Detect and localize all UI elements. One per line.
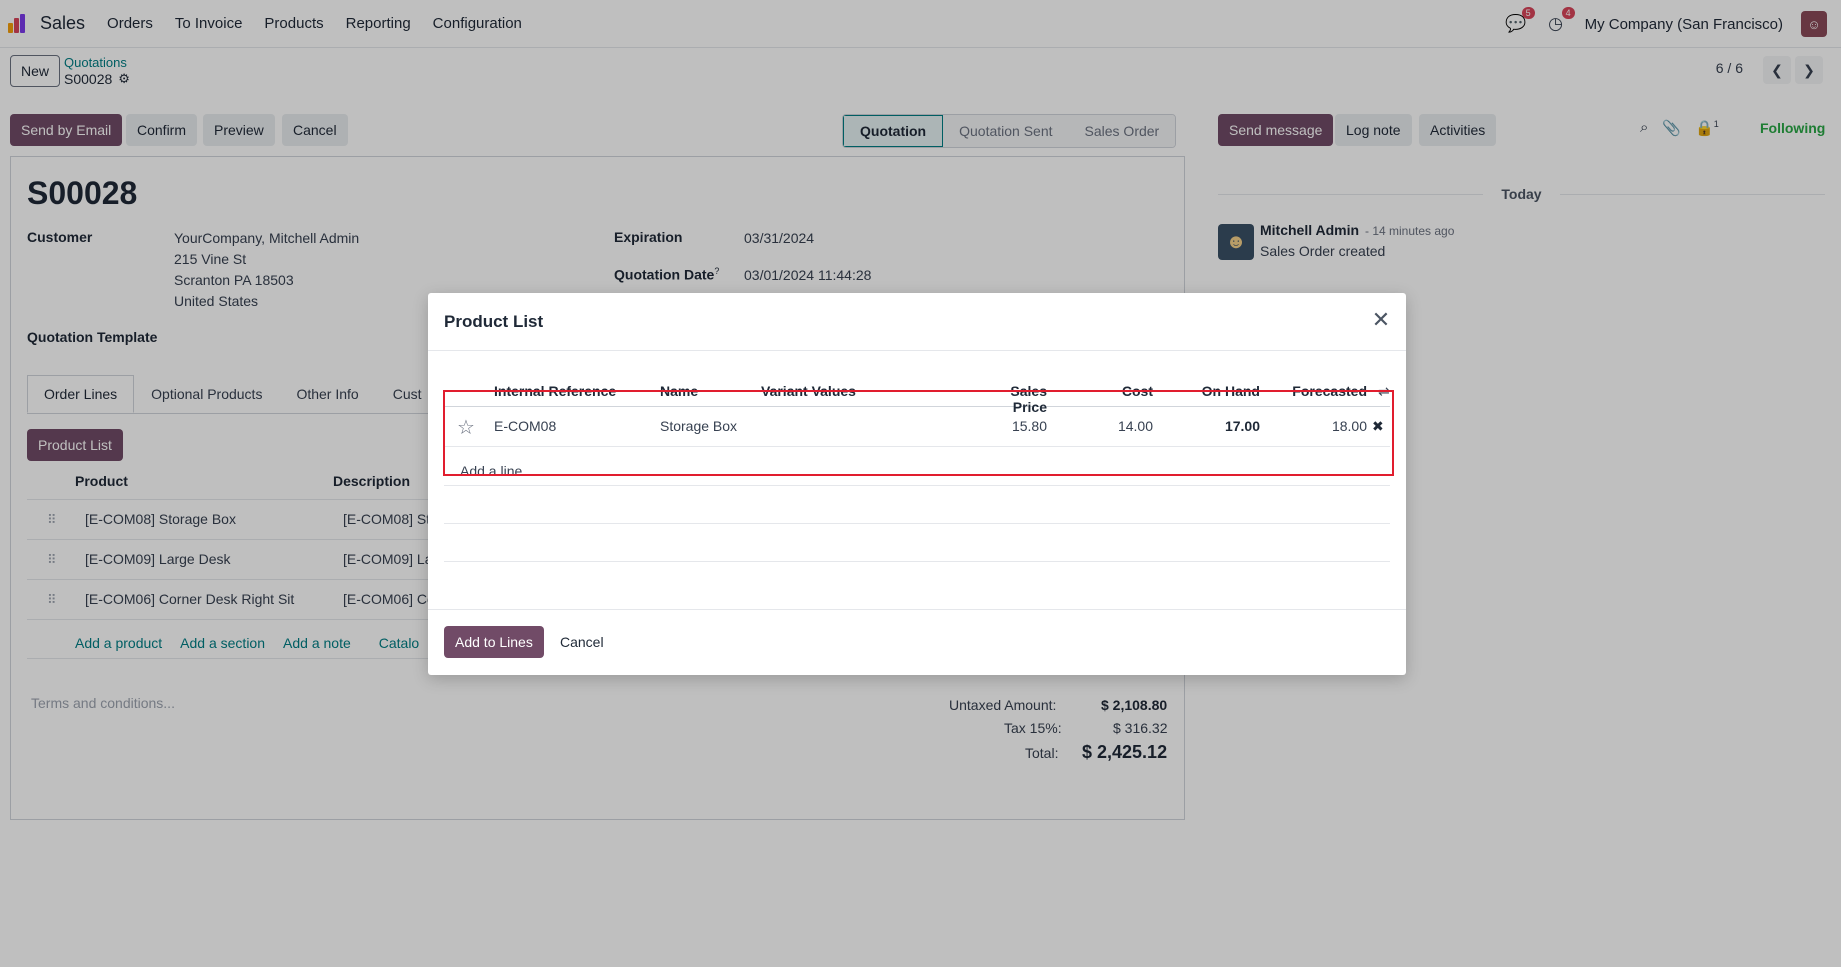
star-icon[interactable]: ☆ — [457, 415, 475, 440]
table-header: Internal Reference Name Variant Values S… — [444, 377, 1390, 415]
empty-row — [444, 524, 1390, 562]
empty-row — [444, 448, 1390, 486]
row-internal-reference: E-COM08 — [494, 418, 557, 434]
empty-row — [444, 486, 1390, 524]
close-icon[interactable]: ✕ — [1368, 307, 1394, 333]
remove-line-icon[interactable]: ✖ — [1372, 418, 1384, 435]
column-name[interactable]: Name — [660, 383, 698, 399]
dialog-header: Product List ✕ — [428, 293, 1406, 351]
column-internal-reference[interactable]: Internal Reference — [494, 383, 616, 399]
column-cost[interactable]: Cost — [1098, 383, 1153, 399]
row-forecasted: 18.00 — [1331, 418, 1367, 434]
optional-columns-icon[interactable]: ⇌ — [1378, 383, 1390, 400]
table-row[interactable]: ☆ E-COM08 Storage Box 15.80 14.00 17.00 … — [444, 407, 1390, 447]
dialog-title: Product List — [444, 312, 544, 331]
row-cost: 14.00 — [1117, 418, 1153, 434]
dialog-footer: Add to Lines Cancel — [428, 609, 1406, 675]
add-to-lines-button[interactable]: Add to Lines — [444, 626, 544, 658]
column-on-hand[interactable]: On Hand — [1188, 383, 1260, 399]
row-on-hand: 17.00 — [1224, 418, 1260, 434]
row-sales-price: 15.80 — [1011, 418, 1047, 434]
product-list-dialog: Product List ✕ Internal Reference Name V… — [428, 293, 1406, 675]
dialog-cancel-button[interactable]: Cancel — [550, 626, 614, 658]
row-name: Storage Box — [660, 418, 738, 434]
column-variant-values[interactable]: Variant Values — [761, 383, 856, 399]
column-forecasted[interactable]: Forecasted — [1270, 383, 1367, 399]
